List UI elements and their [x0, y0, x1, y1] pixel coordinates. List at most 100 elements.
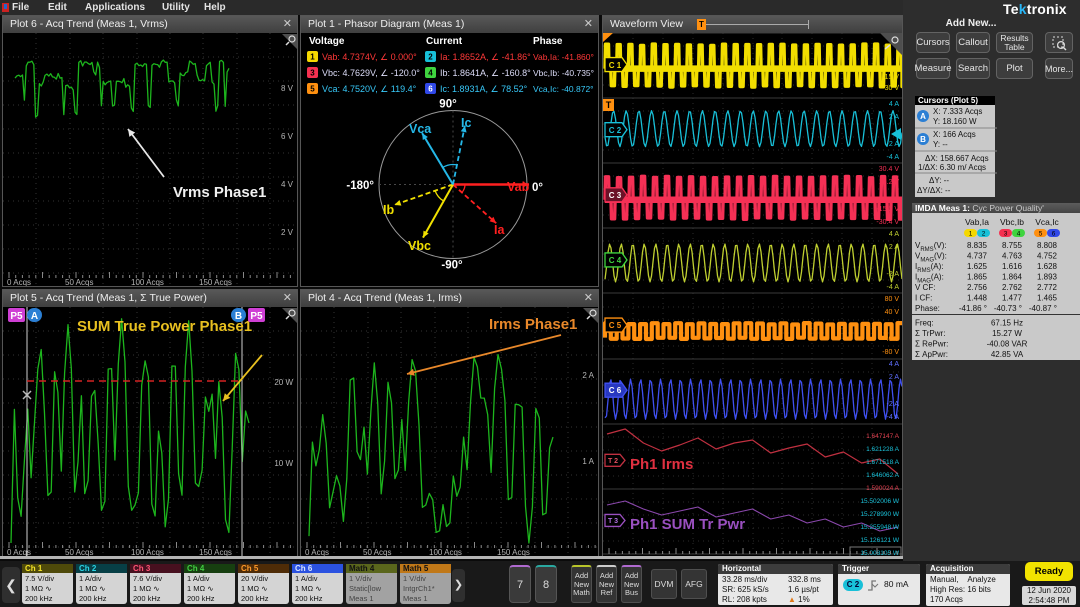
svg-text:Vca: Vca [409, 122, 432, 136]
svg-text:-15.2 V: -15.2 V [876, 206, 899, 213]
svg-text:100 Acqs: 100 Acqs [131, 278, 164, 286]
svg-text:1.616: 1.616 [1002, 262, 1023, 271]
svg-text:V CF:: V CF: [915, 283, 935, 292]
svg-text:2: 2 [982, 231, 986, 238]
svg-text:X: 7.333 Acqs: X: 7.333 Acqs [933, 107, 982, 116]
svg-text:1: 1 [969, 231, 973, 238]
svg-text:T 3: T 3 [608, 518, 618, 525]
svg-text:Vca,Ic: Vca,Ic [1035, 217, 1059, 227]
svg-text:Ic: 1.8931A, ∠ 78.52°: Ic: 1.8931A, ∠ 78.52° [440, 84, 528, 94]
svg-text:-40 V: -40 V [882, 336, 899, 343]
svg-text:1.865: 1.865 [967, 273, 988, 282]
svg-text:2 A: 2 A [889, 244, 899, 251]
svg-text:C 2: C 2 [609, 126, 622, 135]
svg-text:Phase: Phase [533, 36, 563, 47]
svg-text:Ph1 Irms: Ph1 Irms [630, 456, 693, 473]
svg-text:8.755: 8.755 [1002, 241, 1023, 250]
svg-text:1: 1 [310, 53, 315, 62]
svg-text:-15 V: -15 V [882, 74, 899, 81]
svg-text:SUM True Power Phase1: SUM True Power Phase1 [77, 318, 252, 335]
svg-text:C 4: C 4 [609, 256, 622, 265]
svg-text:15.126121 W: 15.126121 W [860, 537, 900, 544]
svg-text:4.737: 4.737 [967, 252, 988, 261]
svg-text:3: 3 [1004, 231, 1008, 238]
svg-text:Ia: Ia [494, 223, 505, 237]
svg-text:30.4 V: 30.4 V [879, 166, 900, 173]
svg-text:P5: P5 [250, 311, 263, 322]
svg-text:-2 A: -2 A [887, 401, 900, 408]
svg-text:2.756: 2.756 [967, 283, 988, 292]
svg-text:1.864: 1.864 [1002, 273, 1023, 282]
svg-text:-4 A: -4 A [887, 284, 900, 291]
svg-text:Ia: 1.8652A, ∠ -41.86°: Ia: 1.8652A, ∠ -41.86° [440, 52, 531, 62]
svg-text:Σ ApPwr:: Σ ApPwr: [915, 350, 948, 359]
svg-text:Ic: Ic [461, 116, 471, 130]
svg-text:Vbc,Ib: -40.735°: Vbc,Ib: -40.735° [533, 68, 594, 78]
svg-text:Irms Phase1: Irms Phase1 [489, 316, 577, 333]
svg-text:I CF:: I CF: [915, 294, 932, 303]
svg-text:B: B [920, 135, 926, 144]
svg-text:6 V: 6 V [281, 132, 294, 141]
svg-text:80 V: 80 V [885, 296, 900, 303]
svg-text:Ib: 1.8641A, ∠ -160.8°: Ib: 1.8641A, ∠ -160.8° [440, 68, 531, 78]
svg-text:42.85 VA: 42.85 VA [991, 350, 1024, 359]
svg-text:0 Acqs: 0 Acqs [7, 278, 31, 286]
svg-text:2.772: 2.772 [1037, 283, 1058, 292]
svg-text:Vab,Ia: -41.860°: Vab,Ia: -41.860° [533, 52, 594, 62]
svg-text:-90°: -90° [441, 260, 463, 272]
svg-text:Vbc: Vbc [408, 239, 431, 253]
svg-text:4: 4 [1017, 231, 1021, 238]
svg-text:15.2 V: 15.2 V [879, 179, 900, 186]
svg-text:A: A [31, 311, 38, 322]
svg-text:4 A: 4 A [889, 231, 899, 238]
svg-text:X: 166 Acqs: X: 166 Acqs [933, 130, 976, 139]
svg-text:2 A: 2 A [889, 374, 899, 381]
svg-text:ΔY: --: ΔY: -- [929, 176, 949, 185]
svg-text:67.15 Hz: 67.15 Hz [991, 319, 1023, 328]
svg-text:15.255948 W: 15.255948 W [860, 524, 900, 531]
svg-text:1.448: 1.448 [967, 294, 988, 303]
svg-text:1.477: 1.477 [1002, 294, 1023, 303]
svg-text:Σ TrPwr:: Σ TrPwr: [915, 329, 945, 338]
svg-text:-4 A: -4 A [887, 154, 900, 161]
svg-text:Vab: 4.7374V, ∠ 0.000°: Vab: 4.7374V, ∠ 0.000° [322, 52, 417, 62]
svg-text:Σ RePwr:: Σ RePwr: [915, 340, 948, 349]
svg-text:Vca,Ic: -40.872°: Vca,Ic: -40.872° [533, 84, 594, 94]
svg-text:5: 5 [310, 85, 315, 94]
svg-text:-4 A: -4 A [887, 414, 900, 421]
svg-text:6: 6 [428, 85, 433, 94]
svg-text:4: 4 [428, 69, 433, 78]
svg-text:Vab,Ia: Vab,Ia [965, 217, 989, 227]
svg-text:1/ΔX: 6.30 m/ Acqs: 1/ΔX: 6.30 m/ Acqs [918, 163, 986, 172]
svg-text:3: 3 [310, 69, 315, 78]
svg-text:15.27 W: 15.27 W [992, 329, 1022, 338]
svg-text:10 W: 10 W [274, 459, 293, 468]
svg-text:C 6: C 6 [609, 386, 622, 395]
svg-text:1.671518 A: 1.671518 A [866, 459, 900, 466]
svg-text:15.502006 W: 15.502006 W [860, 498, 900, 505]
svg-text:ΔY/ΔX: --: ΔY/ΔX: -- [917, 186, 951, 195]
svg-text:4.763: 4.763 [1002, 252, 1023, 261]
svg-text:C 3: C 3 [609, 191, 622, 200]
svg-text:Ph1 SUM Tr Pwr: Ph1 SUM Tr Pwr [630, 516, 745, 533]
svg-text:50 Acqs: 50 Acqs [65, 278, 93, 286]
svg-text:8.835: 8.835 [967, 241, 988, 250]
svg-text:90°: 90° [439, 99, 457, 111]
svg-text:1.628: 1.628 [1037, 262, 1058, 271]
svg-text:-40.08 VAR: -40.08 VAR [987, 340, 1028, 349]
svg-text:1.590024 A: 1.590024 A [866, 485, 900, 492]
svg-text:-41.86 °: -41.86 ° [959, 304, 987, 313]
svg-text:T: T [606, 100, 612, 110]
svg-text:2.762: 2.762 [1002, 283, 1023, 292]
svg-text:Vbc,Ib: Vbc,Ib [1000, 217, 1024, 227]
svg-text:Y: --: Y: -- [933, 140, 948, 149]
svg-text:2 A: 2 A [582, 371, 594, 380]
svg-text:C 5: C 5 [609, 321, 622, 330]
svg-text:1.625: 1.625 [967, 262, 988, 271]
svg-text:-40.87 °: -40.87 ° [1029, 304, 1057, 313]
svg-text:T 2: T 2 [608, 458, 618, 465]
svg-text:-180°: -180° [346, 180, 374, 192]
svg-text:2 A: 2 A [889, 114, 899, 121]
svg-text:-30.4 V: -30.4 V [876, 219, 899, 226]
svg-text:Vbc: 4.7629V, ∠ -120.0°: Vbc: 4.7629V, ∠ -120.0° [322, 68, 420, 78]
